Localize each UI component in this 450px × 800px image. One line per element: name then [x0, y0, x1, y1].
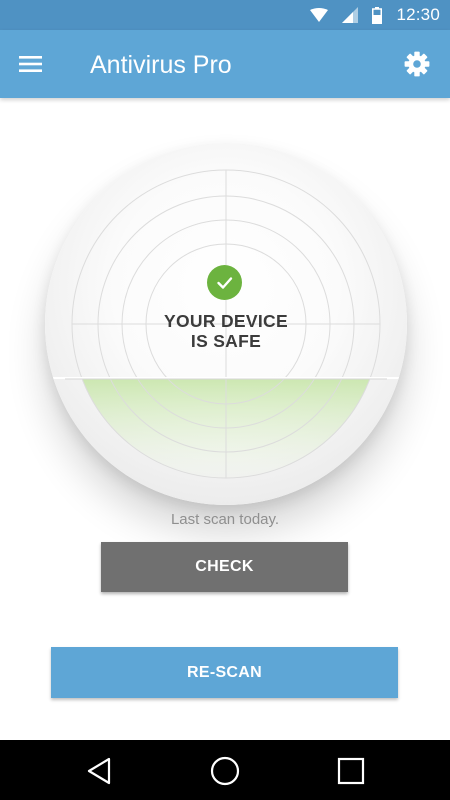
last-scan-text: Last scan today. — [170, 511, 280, 528]
menu-icon — [19, 56, 42, 72]
recents-icon — [337, 757, 365, 785]
rescan-button[interactable]: RE-SCAN — [51, 647, 398, 698]
back-icon — [87, 757, 111, 785]
app-title: Antivirus Pro — [90, 51, 232, 79]
back-button[interactable] — [83, 755, 115, 787]
safe-status-badge — [207, 265, 242, 300]
status-icons: 12:30 — [310, 0, 440, 30]
check-button[interactable]: CHECK — [101, 542, 348, 592]
app-bar: Antivirus Pro — [0, 30, 450, 98]
gear-icon — [404, 51, 430, 77]
status-line-2: IS SAFE — [190, 331, 262, 351]
menu-button[interactable] — [18, 52, 44, 76]
check-icon — [217, 277, 233, 289]
status-bar: 12:30 — [0, 0, 450, 30]
home-icon — [210, 756, 240, 786]
recents-button[interactable] — [335, 755, 367, 787]
scan-dial-face: YOUR DEVICE IS SAFE — [45, 143, 407, 505]
navigation-bar — [0, 740, 450, 800]
wifi-icon — [310, 8, 329, 22]
scan-dial: YOUR DEVICE IS SAFE — [45, 143, 407, 505]
status-time: 12:30 — [396, 5, 440, 24]
status-line-1: YOUR DEVICE — [164, 311, 288, 331]
home-button[interactable] — [209, 755, 241, 787]
device-status-text: YOUR DEVICE IS SAFE — [45, 311, 407, 351]
battery-icon — [372, 6, 383, 24]
settings-button[interactable] — [403, 50, 431, 78]
signal-icon — [342, 7, 359, 23]
